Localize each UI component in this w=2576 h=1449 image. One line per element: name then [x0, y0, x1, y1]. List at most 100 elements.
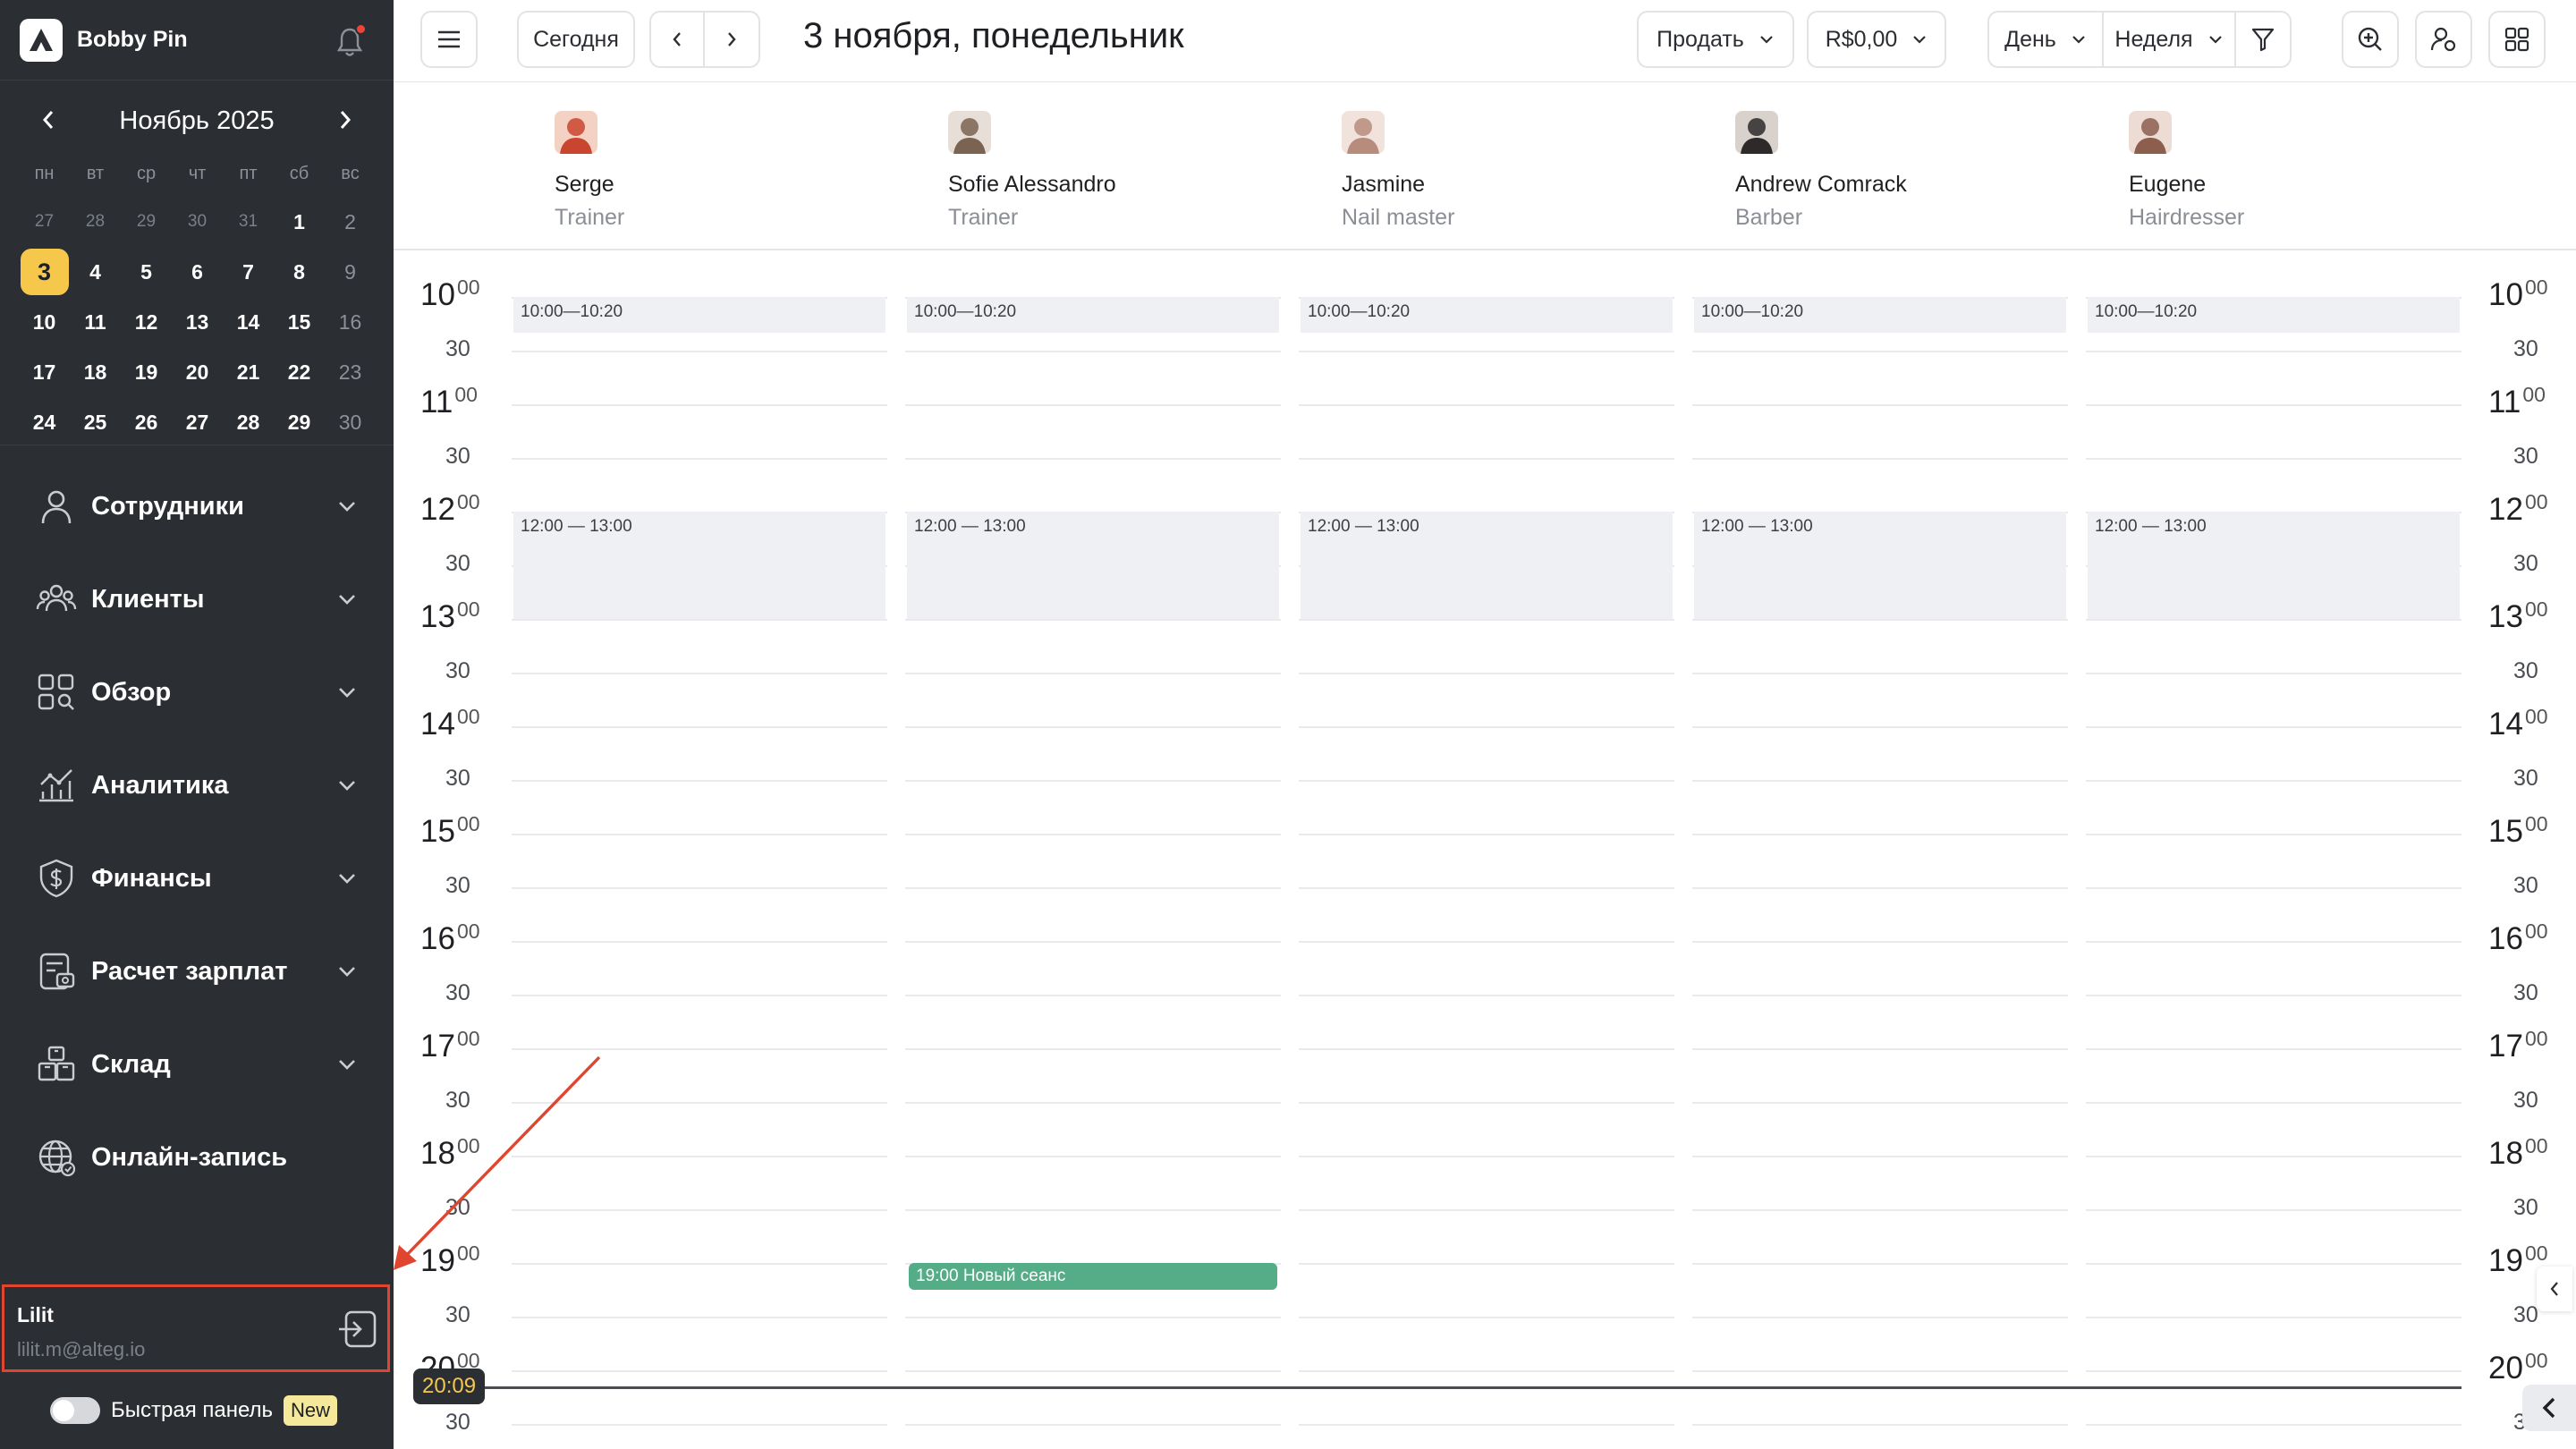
blocked-slot[interactable]: 12:00 — 13:00: [1694, 512, 2066, 619]
staff-column-header[interactable]: Sofie Alessandro Trainer: [948, 111, 1306, 231]
calendar-day-number: 1: [293, 209, 305, 233]
calendar-day[interactable]: 29: [274, 397, 325, 447]
calendar-day[interactable]: 10: [19, 297, 70, 347]
next-day-button[interactable]: [705, 13, 758, 66]
avatar[interactable]: [1342, 111, 1385, 154]
blocked-slot[interactable]: 12:00 — 13:00: [907, 512, 1279, 619]
prev-day-button[interactable]: [651, 13, 705, 66]
blocked-slot[interactable]: 10:00—10:20: [513, 297, 886, 333]
blocked-slot[interactable]: 10:00—10:20: [1301, 297, 1673, 333]
calendar-day[interactable]: 23: [325, 347, 376, 397]
blocked-slot[interactable]: 12:00 — 13:00: [513, 512, 886, 619]
sidebar-item-8[interactable]: Онлайн-запись: [0, 1111, 394, 1204]
sidebar-item-6[interactable]: Расчет зарплат: [0, 925, 394, 1018]
staff-column-header[interactable]: Eugene Hairdresser: [2129, 111, 2487, 231]
avatar[interactable]: [555, 111, 597, 154]
calendar-day[interactable]: 28: [70, 197, 121, 247]
calendar-day[interactable]: 30: [325, 397, 376, 447]
calendar-day[interactable]: 21: [223, 347, 274, 397]
today-button[interactable]: Сегодня: [517, 11, 635, 68]
avatar[interactable]: [1735, 111, 1778, 154]
sidebar-item-3[interactable]: Обзор: [0, 646, 394, 739]
logout-icon[interactable]: [337, 1309, 378, 1350]
calendar-day-number: 8: [293, 259, 305, 284]
user-profile[interactable]: Lilit lilit.m@alteg.io: [2, 1284, 390, 1372]
calendar-day[interactable]: 7: [223, 247, 274, 297]
staff-column-header[interactable]: Andrew Comrack Barber: [1735, 111, 2093, 231]
payroll-icon: [39, 953, 75, 990]
slot-line: [512, 887, 887, 889]
prev-month-chevron-icon[interactable]: [32, 104, 64, 139]
staff-settings-button[interactable]: [2415, 11, 2472, 68]
brand-logo-icon[interactable]: [20, 18, 63, 62]
calendar-day[interactable]: 16: [325, 297, 376, 347]
collapse-panel-button[interactable]: [2522, 1385, 2576, 1431]
calendar-day[interactable]: 25: [70, 397, 121, 447]
sidebar-item-7[interactable]: Склад: [0, 1018, 394, 1111]
calendar-day[interactable]: 19: [121, 347, 172, 397]
calendar-day[interactable]: 8: [274, 247, 325, 297]
zoom-button[interactable]: [2342, 11, 2399, 68]
calendar-day[interactable]: 15: [274, 297, 325, 347]
menu-button[interactable]: [420, 11, 478, 68]
calendar-day[interactable]: 18: [70, 347, 121, 397]
sell-dropdown[interactable]: Продать: [1637, 11, 1794, 68]
calendar-day[interactable]: 12: [121, 297, 172, 347]
blocked-slot[interactable]: 10:00—10:20: [2088, 297, 2460, 333]
sidebar-item-4[interactable]: Аналитика: [0, 739, 394, 832]
apps-button[interactable]: [2488, 11, 2546, 68]
next-month-chevron-icon[interactable]: [329, 104, 361, 139]
sidebar-item-1[interactable]: Сотрудники: [0, 460, 394, 553]
calendar-day[interactable]: 24: [19, 397, 70, 447]
calendar-day[interactable]: 9: [325, 247, 376, 297]
right-panel-toggle[interactable]: [2537, 1267, 2572, 1311]
balance-dropdown[interactable]: R$0,00: [1807, 11, 1946, 68]
calendar-day-number: 24: [32, 410, 56, 434]
notification-bell-icon[interactable]: [336, 23, 367, 57]
calendar-day[interactable]: 31: [223, 197, 274, 247]
user-icon: [41, 490, 72, 524]
calendar-day[interactable]: 17: [19, 347, 70, 397]
calendar-day[interactable]: 4: [70, 247, 121, 297]
blocked-slot[interactable]: 10:00—10:20: [907, 297, 1279, 333]
calendar-day[interactable]: 6: [172, 247, 223, 297]
hour-value: 19: [2488, 1243, 2523, 1278]
calendar-day[interactable]: 14: [223, 297, 274, 347]
appointment-event[interactable]: 19:00 Новый сеанс: [909, 1263, 1277, 1290]
avatar[interactable]: [2129, 111, 2172, 154]
weekday-label: чт: [188, 163, 207, 183]
calendar-day[interactable]: 29: [121, 197, 172, 247]
calendar-day[interactable]: 22: [274, 347, 325, 397]
slot-line: [1692, 941, 2068, 943]
sidebar-item-2[interactable]: Клиенты: [0, 553, 394, 646]
calendar-day[interactable]: 11: [70, 297, 121, 347]
quick-panel-toggle[interactable]: [50, 1397, 100, 1424]
calendar-day[interactable]: 27: [19, 197, 70, 247]
calendar-day[interactable]: 27: [172, 397, 223, 447]
view-week-label: Неделя: [2114, 26, 2193, 52]
calendar-day[interactable]: 3: [19, 247, 70, 297]
calendar-day[interactable]: 13: [172, 297, 223, 347]
staff-header: Serge Trainer Sofie Alessandro Trainer Jasmi…: [394, 82, 2576, 250]
staff-column-header[interactable]: Serge Trainer: [555, 111, 912, 231]
half-hour-label-right: 30: [2513, 980, 2538, 1005]
calendar-day[interactable]: 28: [223, 397, 274, 447]
calendar-day[interactable]: 30: [172, 197, 223, 247]
calendar-day[interactable]: 20: [172, 347, 223, 397]
calendar-day[interactable]: 26: [121, 397, 172, 447]
calendar-day[interactable]: 1: [274, 197, 325, 247]
calendar-day[interactable]: 2: [325, 197, 376, 247]
sidebar-item-5[interactable]: Финансы: [0, 832, 394, 925]
calendar-day[interactable]: 5: [121, 247, 172, 297]
avatar[interactable]: [948, 111, 991, 154]
blocked-slot[interactable]: 12:00 — 13:00: [1301, 512, 1673, 619]
view-day-dropdown[interactable]: День: [1987, 11, 2104, 68]
hour-value: 12: [2488, 492, 2523, 527]
staff-column-header[interactable]: Jasmine Nail master: [1342, 111, 1699, 231]
view-week-dropdown[interactable]: Неделя: [2102, 11, 2236, 68]
filter-button[interactable]: [2234, 11, 2292, 68]
blocked-slot[interactable]: 10:00—10:20: [1694, 297, 2066, 333]
blocked-slot[interactable]: 12:00 — 13:00: [2088, 512, 2460, 619]
half-hour-label-left: 30: [445, 1302, 470, 1327]
slot-line: [1692, 351, 2068, 352]
